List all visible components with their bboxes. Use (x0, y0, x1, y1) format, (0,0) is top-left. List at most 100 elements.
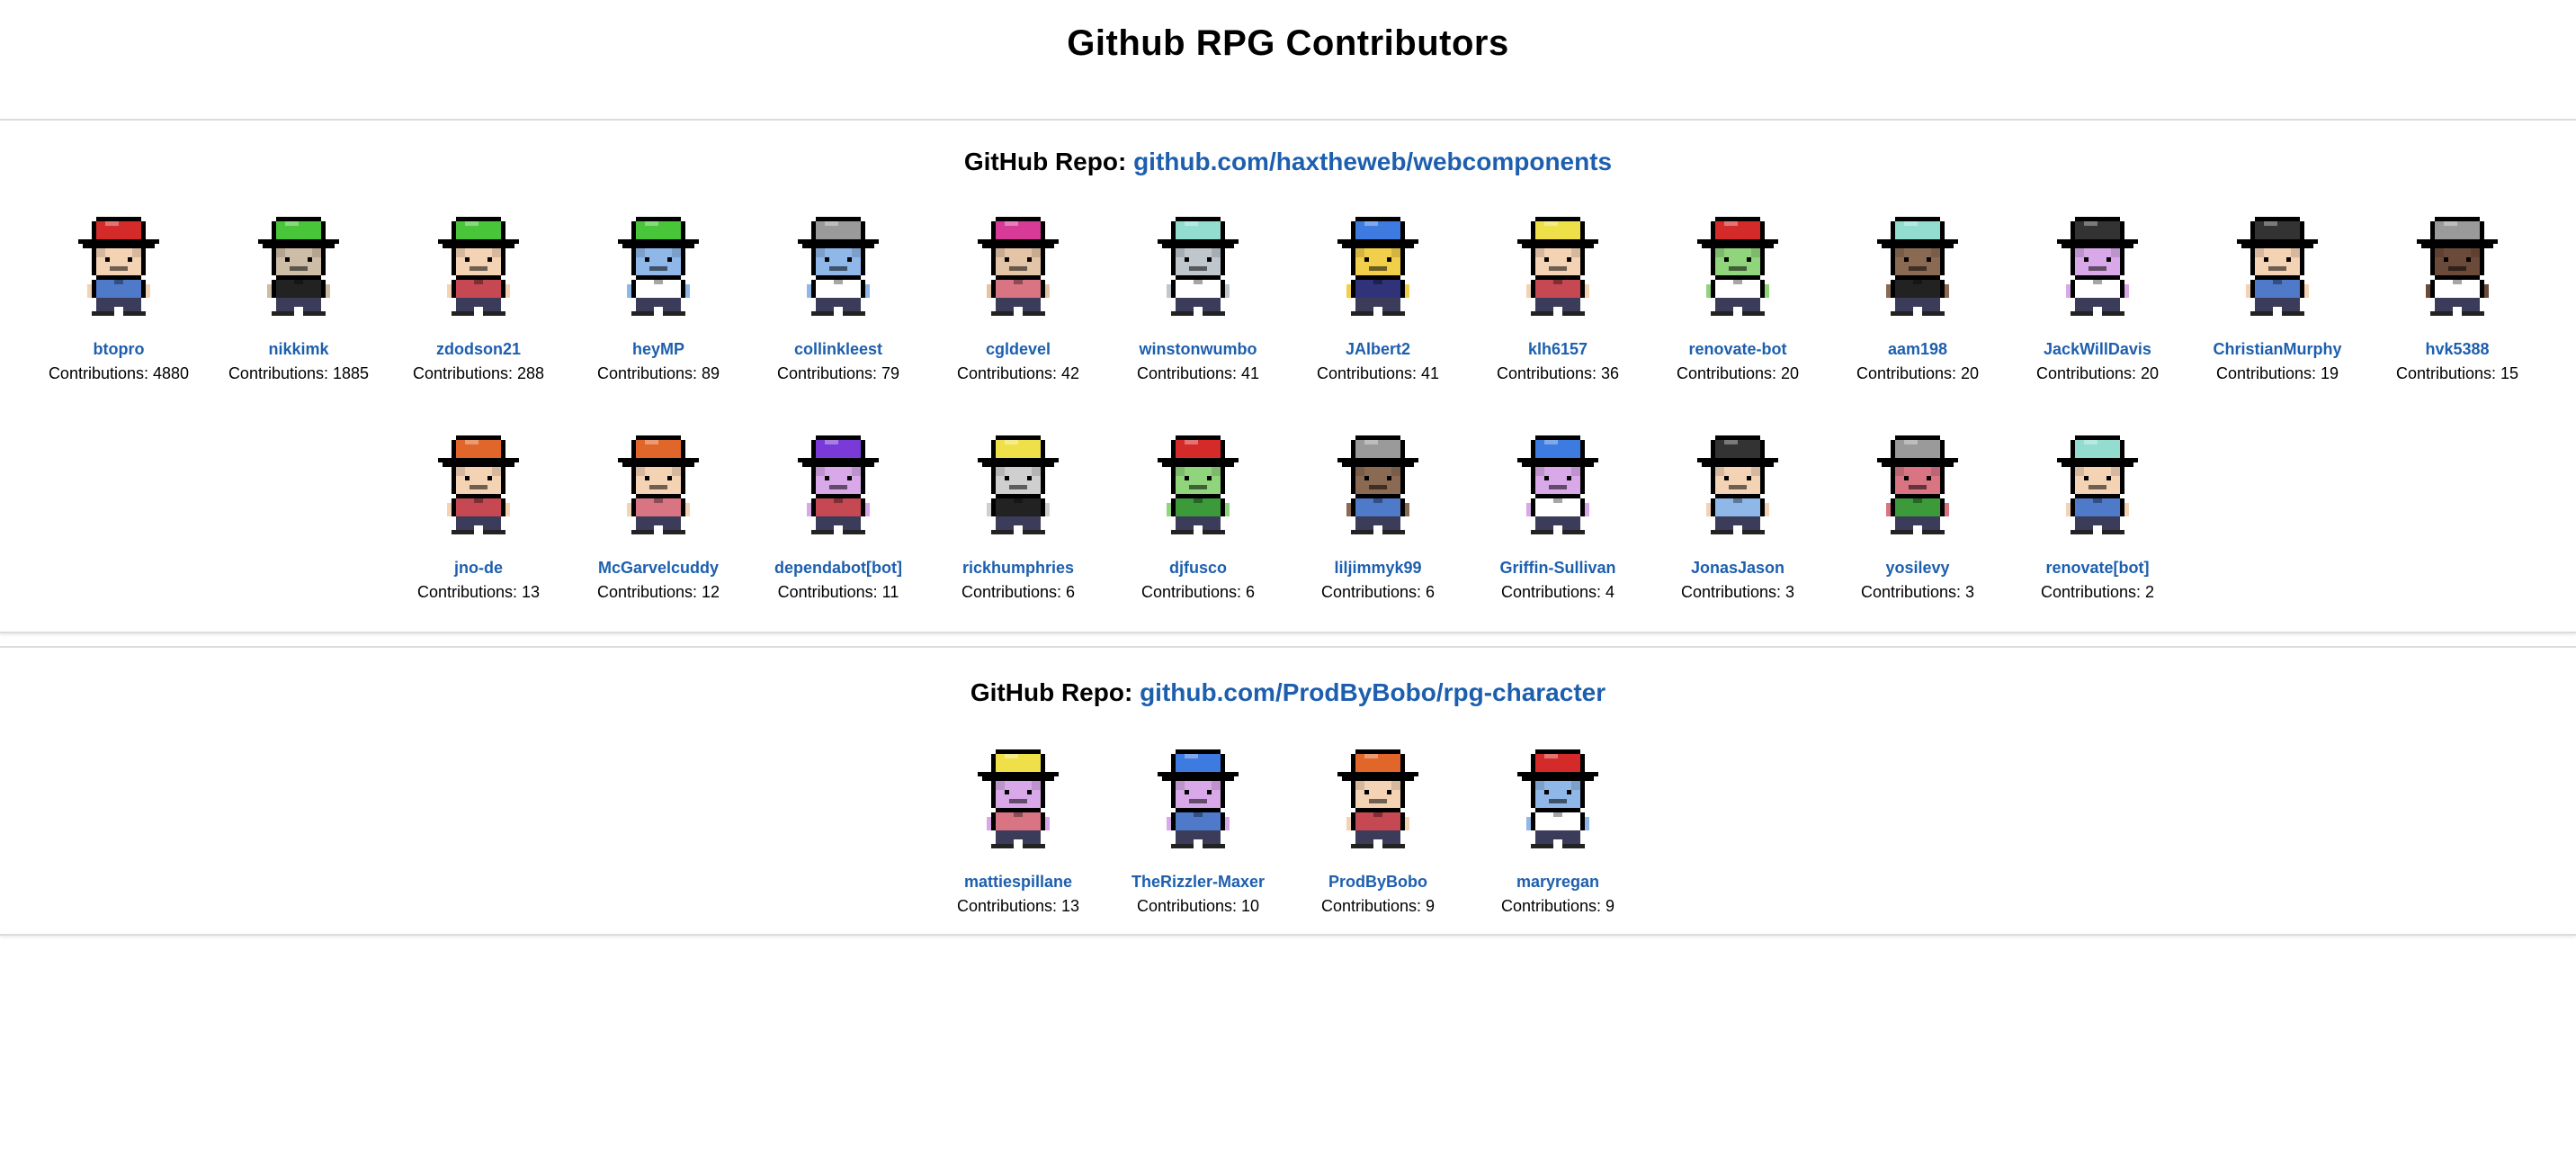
contributor-name-link[interactable]: hvk5388 (2425, 340, 2489, 359)
contributor-card: nikkimk Contributions: 1885 (209, 205, 389, 424)
contribution-count: Contributions: 2 (2040, 583, 2155, 601)
contributor-row: btopro Contributions: 4880 nikkimk Contribu… (0, 205, 2576, 424)
character-avatar[interactable] (973, 212, 1063, 320)
repo-label: GitHub Repo: (970, 678, 1133, 706)
contributor-card: ProdByBobo Contributions: 9 (1288, 738, 1468, 956)
character-avatar[interactable] (1333, 745, 1423, 853)
character-avatar[interactable] (973, 431, 1063, 539)
contributor-card: JAlbert2 Contributions: 41 (1288, 205, 1468, 424)
character-avatar[interactable] (2053, 431, 2142, 539)
contributor-card: rickhumphries Contributions: 6 (928, 424, 1108, 642)
contribution-count: Contributions: 13 (956, 897, 1080, 915)
contributor-name-link[interactable]: maryregan (1516, 873, 1599, 892)
character-avatar[interactable] (613, 212, 703, 320)
contributor-name-link[interactable]: ChristianMurphy (2213, 340, 2341, 359)
character-avatar[interactable] (793, 431, 883, 539)
contributor-name-link[interactable]: Griffin-Sullivan (1499, 559, 1615, 578)
contribution-count: Contributions: 19 (2215, 364, 2339, 382)
contribution-count: Contributions: 42 (956, 364, 1080, 382)
character-avatar[interactable] (1693, 431, 1783, 539)
contributor-name-link[interactable]: djfusco (1169, 559, 1227, 578)
contribution-count: Contributions: 20 (1676, 364, 1800, 382)
contributor-name-link[interactable]: klh6157 (1528, 340, 1588, 359)
contributor-card: maryregan Contributions: 9 (1468, 738, 1648, 956)
contributor-card: renovate[bot] Contributions: 2 (2008, 424, 2187, 642)
repo-link[interactable]: github.com/haxtheweb/webcomponents (1133, 148, 1612, 175)
contributor-name-link[interactable]: rickhumphries (962, 559, 1074, 578)
contributor-card: collinkleest Contributions: 79 (748, 205, 928, 424)
character-avatar[interactable] (1873, 431, 1963, 539)
contributor-card: TheRizzler-Maxer Contributions: 10 (1108, 738, 1288, 956)
contributor-name-link[interactable]: aam198 (1888, 340, 1947, 359)
contributor-name-link[interactable]: TheRizzler-Maxer (1131, 873, 1265, 892)
contributor-name-link[interactable]: renovate-bot (1688, 340, 1786, 359)
contributor-card: renovate-bot Contributions: 20 (1648, 205, 1828, 424)
contributor-card: klh6157 Contributions: 36 (1468, 205, 1648, 424)
character-avatar[interactable] (2053, 212, 2142, 320)
character-avatar[interactable] (1333, 212, 1423, 320)
contributor-card: btopro Contributions: 4880 (29, 205, 209, 424)
repo-section-rpg-character: GitHub Repo: github.com/ProdByBobo/rpg-c… (0, 646, 2576, 936)
contributor-name-link[interactable]: heyMP (632, 340, 684, 359)
repo-label: GitHub Repo: (963, 148, 1127, 175)
character-avatar[interactable] (254, 212, 344, 320)
character-avatar[interactable] (1513, 431, 1603, 539)
contributor-name-link[interactable]: ProdByBobo (1328, 873, 1427, 892)
character-avatar[interactable] (1513, 212, 1603, 320)
contribution-count: Contributions: 1885 (228, 364, 370, 382)
contributor-name-link[interactable]: dependabot[bot] (774, 559, 902, 578)
contributor-name-link[interactable]: cgldevel (986, 340, 1051, 359)
contribution-count: Contributions: 9 (1320, 897, 1436, 915)
contributor-name-link[interactable]: yosilevy (1885, 559, 1949, 578)
contributor-name-link[interactable]: liljimmyk99 (1334, 559, 1421, 578)
contribution-count: Contributions: 12 (596, 583, 720, 601)
contributor-name-link[interactable]: JonasJason (1691, 559, 1784, 578)
character-avatar[interactable] (2412, 212, 2502, 320)
contributor-card: winstonwumbo Contributions: 41 (1108, 205, 1288, 424)
page-title: Github RPG Contributors (1067, 23, 1509, 63)
contribution-count: Contributions: 6 (961, 583, 1076, 601)
contributor-card: djfusco Contributions: 6 (1108, 424, 1288, 642)
contribution-count: Contributions: 4 (1500, 583, 1615, 601)
character-avatar[interactable] (1513, 745, 1603, 853)
contributor-card: mattiespillane Contributions: 13 (928, 738, 1108, 956)
contributor-card: cgldevel Contributions: 42 (928, 205, 1108, 424)
contributor-name-link[interactable]: nikkimk (268, 340, 328, 359)
contributor-name-link[interactable]: JackWillDavis (2044, 340, 2151, 359)
contribution-count: Contributions: 288 (412, 364, 545, 382)
character-avatar[interactable] (1153, 212, 1243, 320)
contributor-name-link[interactable]: JAlbert2 (1346, 340, 1410, 359)
contributor-name-link[interactable]: collinkleest (794, 340, 882, 359)
character-avatar[interactable] (1333, 431, 1423, 539)
contributor-card: yosilevy Contributions: 3 (1828, 424, 2008, 642)
contributor-name-link[interactable]: btopro (94, 340, 145, 359)
contributor-name-link[interactable]: McGarvelcuddy (598, 559, 719, 578)
contribution-count: Contributions: 6 (1140, 583, 1256, 601)
character-avatar[interactable] (434, 431, 523, 539)
contribution-count: Contributions: 41 (1316, 364, 1440, 382)
character-avatar[interactable] (434, 212, 523, 320)
contributor-name-link[interactable]: zdodson21 (436, 340, 521, 359)
character-avatar[interactable] (1153, 431, 1243, 539)
contributor-card: dependabot[bot] Contributions: 11 (748, 424, 928, 642)
character-avatar[interactable] (74, 212, 164, 320)
contribution-count: Contributions: 20 (2035, 364, 2160, 382)
character-avatar[interactable] (1693, 212, 1783, 320)
character-avatar[interactable] (793, 212, 883, 320)
contributor-card: JackWillDavis Contributions: 20 (2008, 205, 2187, 424)
character-avatar[interactable] (2232, 212, 2322, 320)
contribution-count: Contributions: 89 (596, 364, 720, 382)
character-avatar[interactable] (1153, 745, 1243, 853)
character-avatar[interactable] (1873, 212, 1963, 320)
contributor-name-link[interactable]: mattiespillane (964, 873, 1072, 892)
contribution-count: Contributions: 4880 (48, 364, 190, 382)
contributor-name-link[interactable]: renovate[bot] (2045, 559, 2149, 578)
contributor-card: zdodson21 Contributions: 288 (389, 205, 568, 424)
contributor-name-link[interactable]: jno-de (454, 559, 503, 578)
repo-link[interactable]: github.com/ProdByBobo/rpg-character (1140, 678, 1606, 706)
contributor-card: jno-de Contributions: 13 (389, 424, 568, 642)
contributor-name-link[interactable]: winstonwumbo (1140, 340, 1257, 359)
character-avatar[interactable] (973, 745, 1063, 853)
character-avatar[interactable] (613, 431, 703, 539)
contribution-count: Contributions: 9 (1500, 897, 1615, 915)
